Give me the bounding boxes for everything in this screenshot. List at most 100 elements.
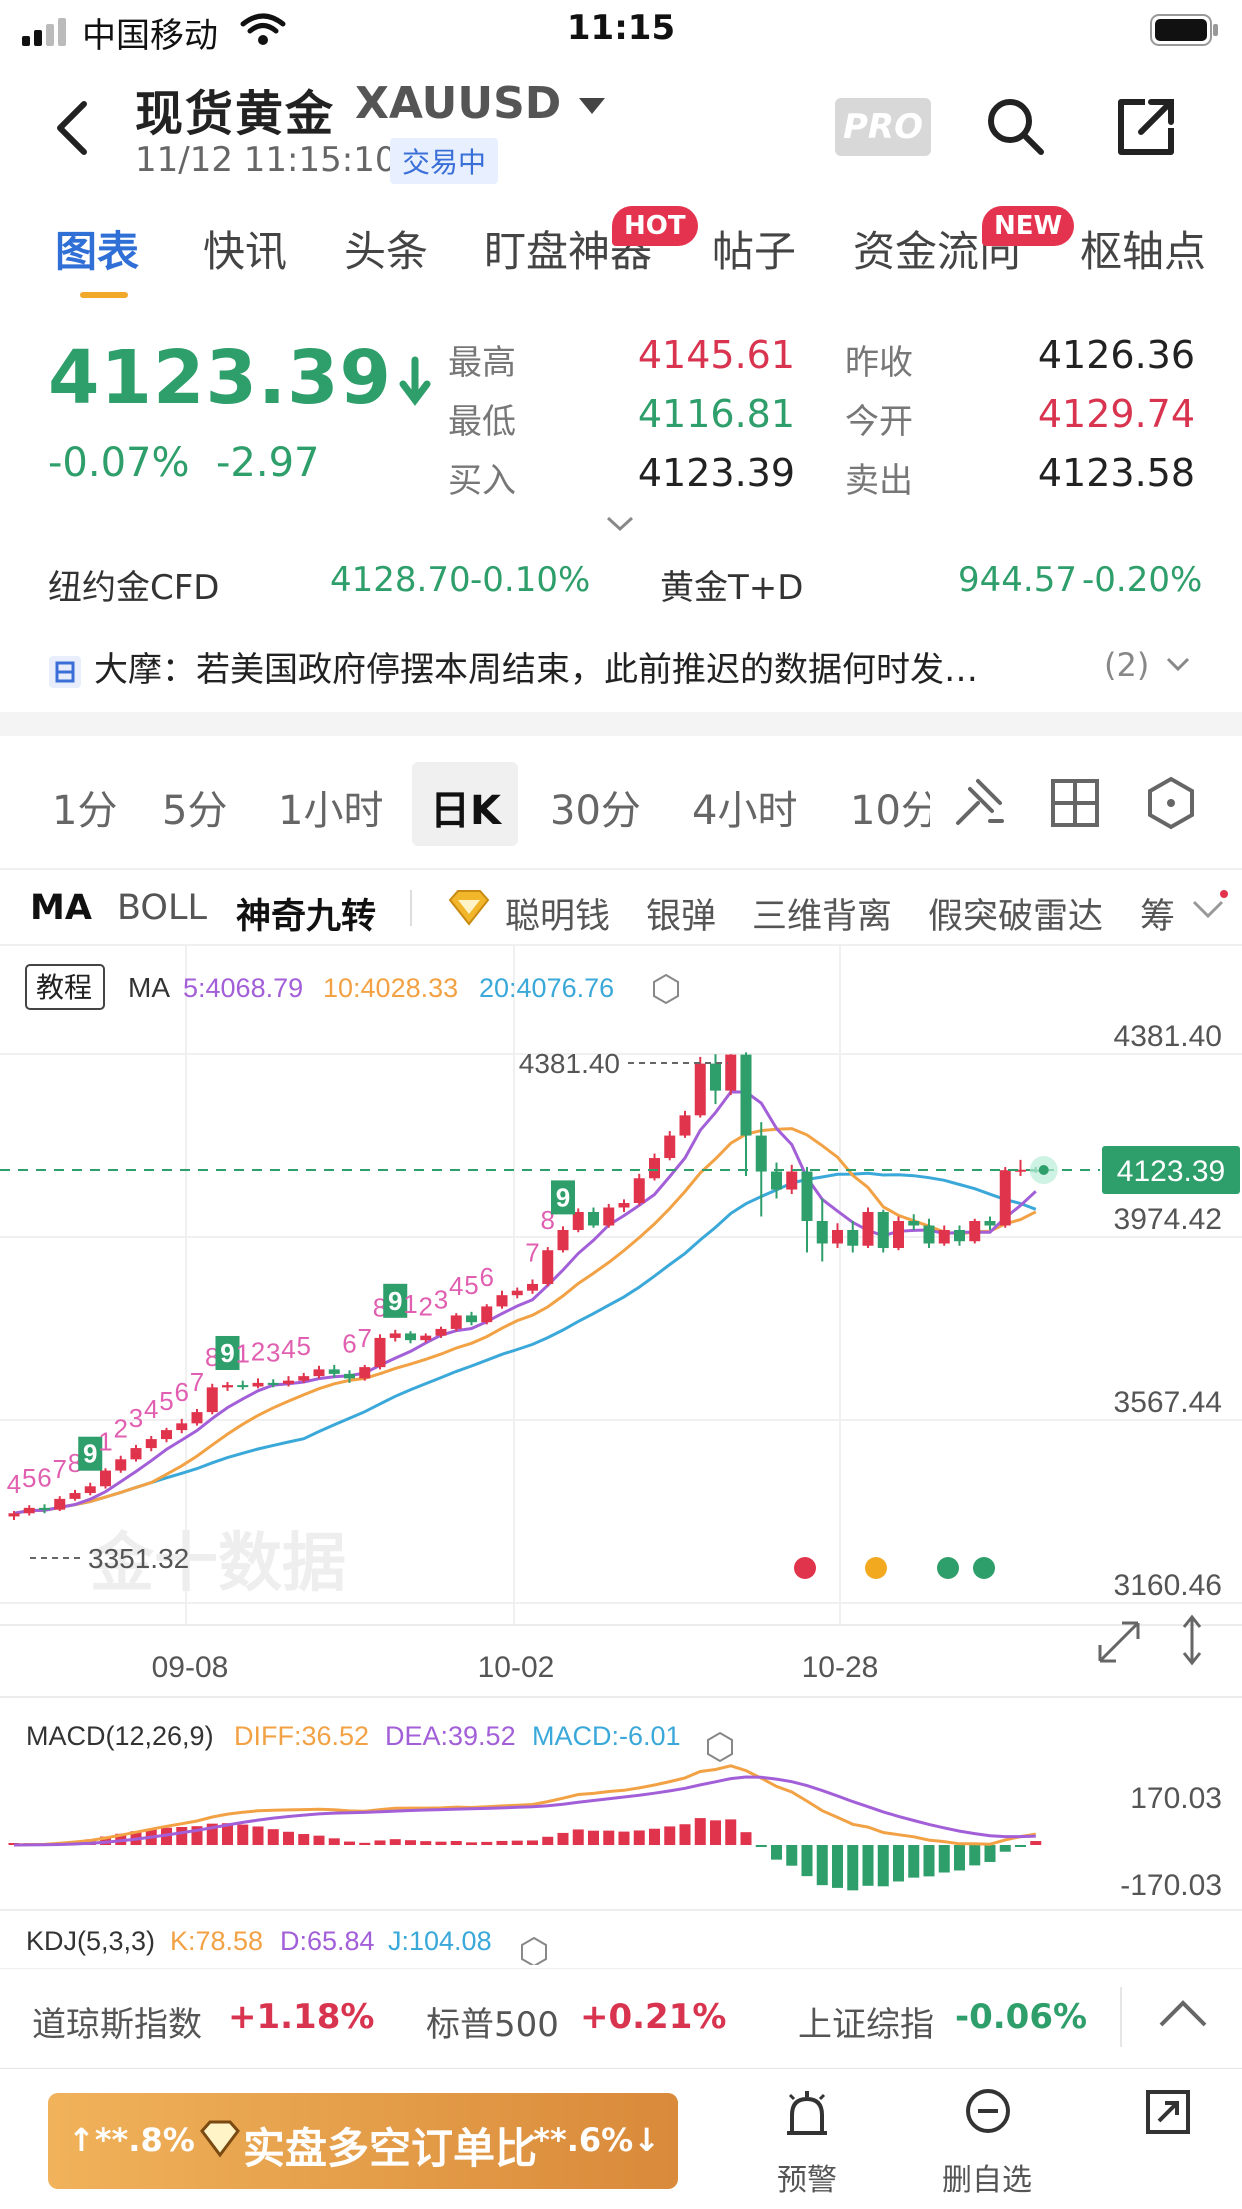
period-4h[interactable]: 4小时	[692, 778, 797, 836]
macd-bar	[252, 1826, 264, 1845]
news-icon	[49, 655, 81, 688]
pro-button[interactable]: PRO	[835, 98, 931, 156]
macd-bar	[618, 1831, 630, 1845]
candle-body	[740, 1054, 752, 1136]
td-count-label: 7	[190, 1367, 204, 1397]
macd-bar	[969, 1845, 981, 1866]
macd-bar	[389, 1839, 401, 1845]
macd-bar	[405, 1840, 416, 1845]
alert-label: 预警	[777, 2163, 837, 2198]
period-1h[interactable]: 1小时	[278, 778, 383, 836]
back-icon[interactable]	[52, 100, 92, 156]
open-value: 4129.74	[1037, 392, 1195, 436]
related-chg-ny-cfd: -0.10%	[470, 560, 591, 600]
candle-body	[54, 1498, 66, 1510]
symbol-code: XAUUSD	[355, 78, 562, 129]
candle-body	[69, 1493, 81, 1499]
settings-hex-icon[interactable]	[1146, 776, 1196, 830]
macd-bar	[450, 1841, 462, 1845]
macd-bar	[801, 1845, 813, 1877]
td-count-label: 1	[98, 1426, 112, 1456]
macd-bar	[557, 1832, 569, 1845]
alarm-icon	[787, 2091, 827, 2135]
period-daily[interactable]: 日K	[430, 778, 501, 836]
indicator-ma[interactable]: MA	[30, 888, 92, 928]
indicator-boll[interactable]: BOLL	[117, 888, 207, 928]
kdj-d: D:65.84	[280, 1926, 375, 1956]
candle-body	[344, 1373, 355, 1379]
macd-bar	[771, 1845, 782, 1860]
remove-watchlist-button[interactable]: 删自选	[902, 2069, 1072, 2209]
fullscreen-icon[interactable]	[1145, 2089, 1191, 2135]
high-value: 4145.61	[637, 333, 795, 377]
y-tick-label: 3160.46	[1114, 1569, 1222, 1602]
candle-body	[435, 1328, 447, 1336]
clock: 11:15	[566, 8, 676, 48]
candle-body	[222, 1385, 233, 1388]
period-10m[interactable]: 10分	[850, 778, 930, 836]
indicator-smart-money[interactable]: 聪明钱	[505, 888, 610, 939]
td-count-label: 5	[159, 1386, 173, 1416]
candle-body	[679, 1115, 691, 1136]
macd-bar	[359, 1842, 371, 1845]
grid-layout-icon[interactable]	[1050, 778, 1100, 828]
tab-flash-news[interactable]: 快讯	[203, 218, 287, 279]
macd-bar	[267, 1829, 279, 1845]
indicator-expand-icon[interactable]	[1190, 890, 1230, 926]
macd-bar	[923, 1845, 935, 1877]
quote-datetime: 11/12 11:15:10	[135, 140, 397, 180]
period-30m[interactable]: 30分	[550, 778, 641, 836]
x-tick-label: 09-08	[152, 1651, 229, 1684]
share-icon[interactable]	[1115, 96, 1177, 158]
remove-watchlist-label: 删自选	[942, 2163, 1032, 2198]
index-sp500-name[interactable]: 标普500	[426, 1997, 559, 2046]
search-icon[interactable]	[985, 96, 1045, 156]
indicator-false-breakout[interactable]: 假突破雷达	[928, 888, 1103, 939]
candle-body	[145, 1439, 157, 1449]
candle-body	[832, 1229, 843, 1244]
indicator-td9[interactable]: 神奇九转	[236, 888, 376, 939]
chevron-up-icon[interactable]	[1158, 1999, 1208, 2029]
related-name-gold-td[interactable]: 黄金T+D	[660, 560, 803, 609]
candle-body	[496, 1295, 508, 1307]
macd-bar	[313, 1835, 325, 1845]
td-count-label: 1	[236, 1339, 250, 1369]
macd-bar	[572, 1829, 584, 1845]
indicator-silver-bullet[interactable]: 银弹	[646, 888, 716, 939]
symbol-selector[interactable]: XAUUSD	[355, 78, 607, 129]
macd-bar	[298, 1834, 310, 1845]
period-1m[interactable]: 1分	[52, 778, 117, 836]
candle-body	[725, 1054, 737, 1091]
expand-chevron-icon[interactable]	[605, 514, 635, 534]
period-5m[interactable]: 5分	[162, 778, 227, 836]
candle-body	[115, 1459, 127, 1471]
related-name-ny-cfd[interactable]: 纽约金CFD	[48, 560, 219, 609]
candle-body	[450, 1315, 462, 1329]
tab-pivot-points[interactable]: 枢轴点	[1080, 218, 1206, 279]
tab-headlines[interactable]: 头条	[344, 218, 428, 279]
indicator-chips[interactable]: 筹	[1140, 888, 1180, 939]
index-shanghai-name[interactable]: 上证综指	[798, 1997, 934, 2046]
macd-bar	[237, 1824, 249, 1845]
index-dow-name[interactable]: 道琼斯指数	[32, 1997, 202, 2046]
tab-chart[interactable]: 图表	[55, 218, 139, 279]
candle-body	[969, 1221, 981, 1242]
kline-chart[interactable]: 金十数据教程 MA 5:4068.79 10:4028.33 20:4076.76438…	[0, 945, 1242, 1965]
signal-dot	[865, 1557, 887, 1579]
news-ticker[interactable]: 大摩：若美国政府停摆本周结束，此前推迟的数据何时发…	[48, 642, 1198, 691]
td-count-label: 7	[358, 1323, 372, 1353]
macd-bar	[786, 1845, 798, 1866]
high-marker-label: 4381.40	[519, 1048, 620, 1079]
alert-button[interactable]: 预警	[722, 2069, 892, 2209]
candle-body	[694, 1063, 706, 1116]
candle-body	[267, 1382, 279, 1385]
indicator-3d-divergence[interactable]: 三维背离	[752, 888, 892, 939]
draw-tool-icon[interactable]	[950, 775, 1006, 831]
candle-body	[862, 1212, 874, 1246]
macd-bar	[633, 1830, 645, 1845]
macd-bar	[435, 1841, 447, 1845]
long-short-ratio-button[interactable]: ↑**.8% 实盘多空订单比 **.6%↓	[48, 2093, 678, 2189]
news-text: 大摩：若美国政府停摆本周结束，此前推迟的数据何时发…	[94, 650, 978, 690]
td-count-label: 5	[297, 1331, 311, 1361]
tab-posts[interactable]: 帖子	[712, 218, 796, 279]
